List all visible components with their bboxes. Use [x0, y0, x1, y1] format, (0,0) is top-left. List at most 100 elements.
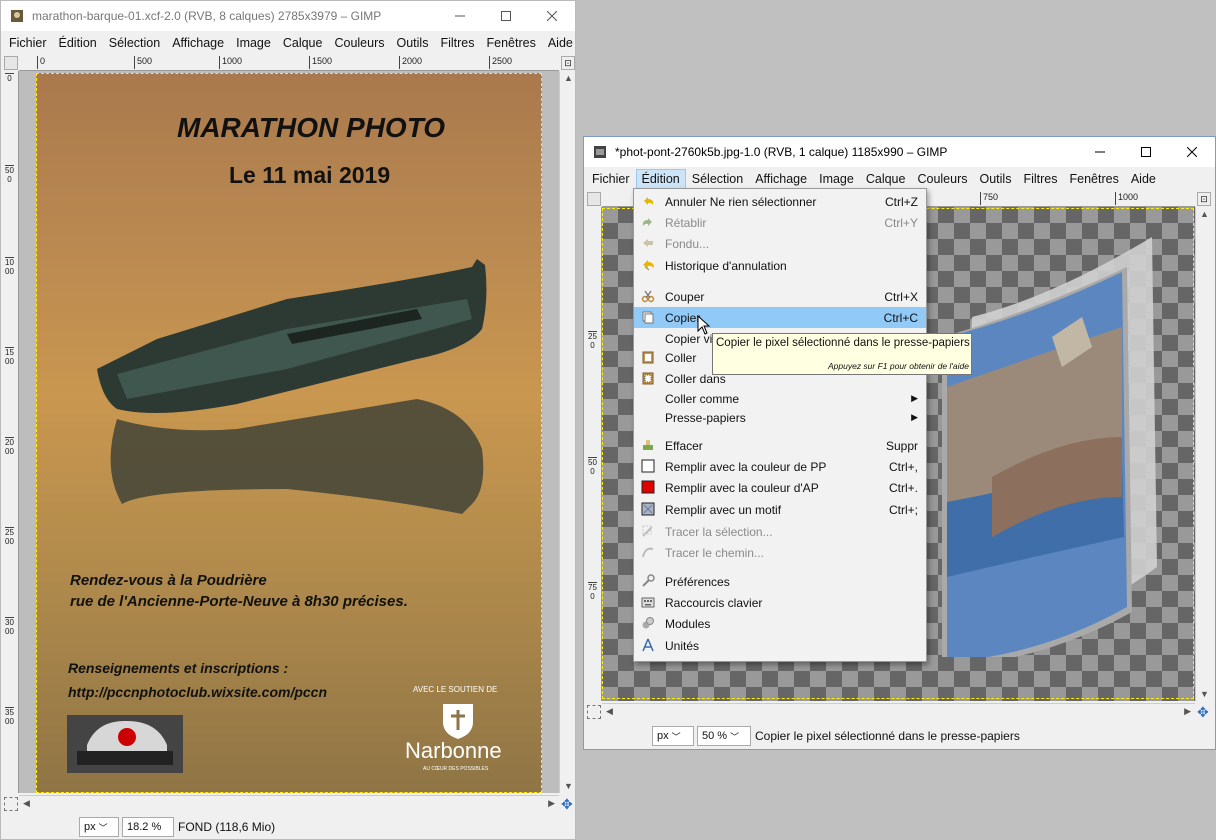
clear-icon: [643, 440, 653, 450]
menu-fichier[interactable]: Fichier: [586, 169, 636, 189]
scroll-up-icon[interactable]: ▲: [564, 73, 573, 83]
menu-item-redo[interactable]: Rétablir Ctrl+Y: [634, 212, 926, 233]
fade-icon: [643, 239, 653, 247]
menu-item-shortcut: Ctrl+.: [888, 480, 918, 495]
menu-aide[interactable]: Aide: [1125, 169, 1162, 189]
unit-select[interactable]: px ﹀: [652, 726, 694, 746]
title-bar[interactable]: *phot-pont-2760k5b.jpg-1.0 (RVB, 1 calqu…: [584, 137, 1215, 167]
navigate-icon[interactable]: ✥: [1197, 705, 1211, 719]
menu-selection[interactable]: Sélection: [103, 33, 166, 53]
narbonne-tagline: AU CŒUR DES POSSIBLES: [423, 766, 489, 772]
pattern-fill-icon: [641, 502, 655, 516]
menu-calque[interactable]: Calque: [277, 33, 329, 53]
menu-filtres[interactable]: Filtres: [434, 33, 480, 53]
menu-fenetres[interactable]: Fenêtres: [1063, 169, 1124, 189]
menu-outils[interactable]: Outils: [974, 169, 1018, 189]
minimize-button[interactable]: [437, 1, 483, 31]
menu-item-copy[interactable]: Copier Ctrl+C: [634, 307, 926, 328]
horizontal-scrollbar[interactable]: ◀ ▶: [602, 703, 1195, 720]
menu-item-modules[interactable]: Modules: [634, 613, 926, 634]
menu-item-fill-fg[interactable]: Remplir avec la couleur de PP Ctrl+,: [634, 456, 926, 477]
scroll-up-icon[interactable]: ▲: [1200, 209, 1209, 219]
menu-edition[interactable]: Édition: [53, 33, 103, 53]
menu-item-label: Effacer: [665, 438, 703, 453]
menu-couleurs[interactable]: Couleurs: [328, 33, 390, 53]
scroll-down-icon[interactable]: ▼: [1200, 689, 1209, 699]
menu-item-fill-bg[interactable]: Remplir avec la couleur d'AP Ctrl+.: [634, 477, 926, 498]
ruler-label: 0: [5, 73, 14, 83]
menu-image[interactable]: Image: [813, 169, 860, 189]
title-bar[interactable]: marathon-barque-01.xcf-2.0 (RVB, 8 calqu…: [1, 1, 575, 31]
vertical-ruler[interactable]: 0 500 1000 1500 2000 2500 3000 3500: [4, 71, 19, 793]
menu-couleurs[interactable]: Couleurs: [911, 169, 973, 189]
zoom-to-fit-button[interactable]: ⊡: [561, 56, 575, 70]
menu-item-stroke-path[interactable]: Tracer le chemin...: [634, 542, 926, 563]
menu-edition[interactable]: Édition: [635, 169, 686, 189]
quick-mask-toggle[interactable]: [587, 705, 601, 719]
ruler-label: 3500: [5, 707, 14, 726]
zoom-select[interactable]: 18.2 %: [122, 817, 174, 837]
menu-image[interactable]: Image: [230, 33, 277, 53]
scroll-left-icon[interactable]: ◀: [606, 706, 613, 717]
maximize-button[interactable]: [483, 1, 529, 31]
ruler-corner[interactable]: [4, 56, 18, 70]
maximize-icon: [501, 11, 511, 21]
horizontal-ruler[interactable]: 0 500 1000 1500 2000 2500: [19, 56, 559, 71]
unit-value: px: [84, 821, 96, 833]
image-canvas[interactable]: MARATHON PHOTO Le 11 mai 2019 Rendez-vou…: [19, 71, 559, 793]
vertical-scrollbar[interactable]: ▲ ▼: [1195, 207, 1212, 701]
menu-item-preferences[interactable]: Préférences: [634, 571, 926, 592]
menu-item-label: Coller: [665, 350, 697, 365]
zoom-select[interactable]: 50 % ﹀: [697, 726, 751, 746]
menu-fenetres[interactable]: Fenêtres: [480, 33, 541, 53]
unit-select[interactable]: px ﹀: [79, 817, 119, 837]
menu-item-label: Raccourcis clavier: [665, 595, 763, 610]
menu-item-stroke-selection[interactable]: Tracer la sélection...: [634, 521, 926, 542]
menu-calque[interactable]: Calque: [860, 169, 912, 189]
vertical-ruler[interactable]: 250 500 750: [587, 207, 602, 701]
menu-item-units[interactable]: Unités: [634, 635, 926, 656]
scroll-down-icon[interactable]: ▼: [564, 781, 573, 791]
scroll-left-icon[interactable]: ◀: [23, 798, 30, 809]
ruler-label: 3000: [5, 617, 14, 636]
menu-selection[interactable]: Sélection: [686, 169, 749, 189]
menu-item-undo[interactable]: Annuler Ne rien sélectionner Ctrl+Z: [634, 191, 926, 212]
horizontal-scrollbar[interactable]: ◀ ▶: [19, 795, 559, 812]
menu-item-fill-pattern[interactable]: Remplir avec un motif Ctrl+;: [634, 499, 926, 520]
window-title: *phot-pont-2760k5b.jpg-1.0 (RVB, 1 calqu…: [615, 145, 948, 159]
boat-photo: [97, 259, 487, 514]
menu-affichage[interactable]: Affichage: [749, 169, 813, 189]
ruler-label: 2000: [399, 56, 422, 69]
menu-item-clipboard[interactable]: Presse-papiers ▶: [634, 407, 926, 428]
maximize-button[interactable]: [1123, 137, 1169, 167]
vertical-scrollbar[interactable]: ▲ ▼: [559, 71, 575, 793]
menu-item-shortcut: Ctrl+Y: [884, 215, 918, 230]
menu-item-clear[interactable]: Effacer Suppr: [634, 435, 926, 456]
close-icon: [1187, 147, 1197, 157]
menu-item-label: Préférences: [665, 574, 730, 589]
chevron-down-icon: ﹀: [671, 731, 681, 742]
menu-affichage[interactable]: Affichage: [166, 33, 230, 53]
menu-item-keyboard-shortcuts[interactable]: Raccourcis clavier: [634, 592, 926, 613]
menu-item-cut[interactable]: Couper Ctrl+X: [634, 286, 926, 307]
tooltip: Copier le pixel sélectionné dans le pres…: [712, 333, 972, 375]
menu-item-paste-as[interactable]: Coller comme ▶: [634, 388, 926, 409]
menu-filtres[interactable]: Filtres: [1017, 169, 1063, 189]
quick-mask-toggle[interactable]: [4, 797, 18, 811]
scroll-right-icon[interactable]: ▶: [548, 798, 555, 809]
close-button[interactable]: [1169, 137, 1215, 167]
minimize-button[interactable]: [1077, 137, 1123, 167]
menu-aide[interactable]: Aide: [542, 33, 575, 53]
ruler-corner[interactable]: [587, 192, 601, 206]
zoom-to-fit-button[interactable]: ⊡: [1197, 192, 1211, 206]
menu-item-undo-history[interactable]: Historique d'annulation: [634, 255, 926, 276]
menu-item-fade[interactable]: Fondu...: [634, 233, 926, 254]
paste-into-icon: [642, 372, 654, 385]
menu-fichier[interactable]: Fichier: [3, 33, 53, 53]
ruler-label: 1000: [5, 257, 14, 276]
scroll-right-icon[interactable]: ▶: [1184, 706, 1191, 717]
close-button[interactable]: [529, 1, 575, 31]
venue-line-1: Rendez-vous à la Poudrière: [70, 572, 267, 589]
menu-outils[interactable]: Outils: [391, 33, 435, 53]
navigate-icon[interactable]: ✥: [561, 797, 575, 811]
